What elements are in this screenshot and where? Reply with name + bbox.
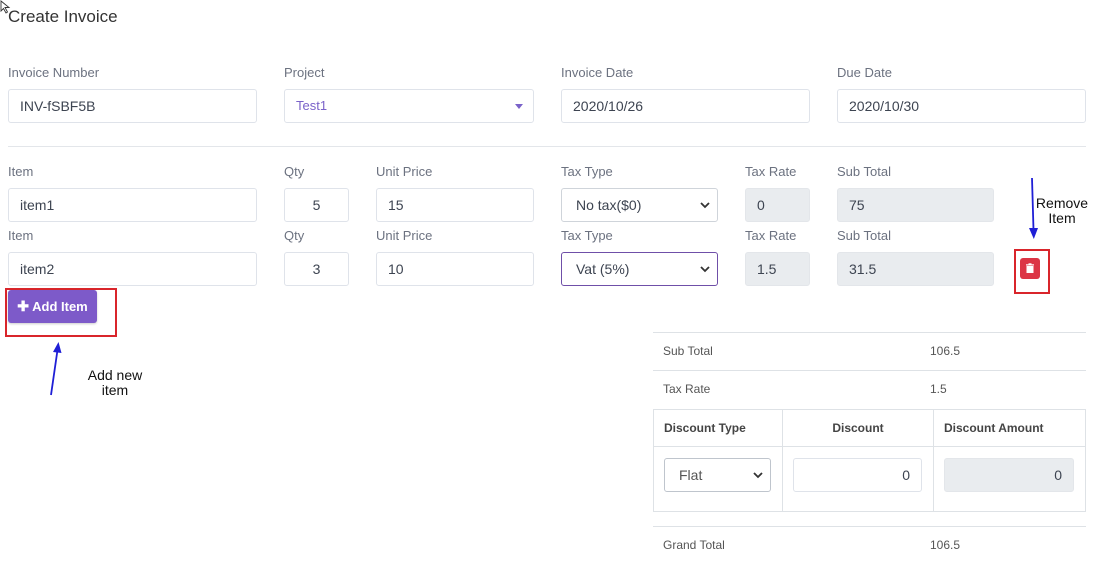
plus-icon: ✚: [17, 298, 29, 314]
summary-sub-total-label: Sub Total: [663, 344, 713, 358]
add-annotation-line2: item: [101, 382, 129, 398]
item-label: Item: [8, 228, 34, 243]
chevron-down-icon: [753, 472, 763, 479]
add-item-annotation: Add new item: [78, 368, 152, 398]
discount-table-col-divider: [933, 409, 934, 512]
tax-rate-input: 0: [745, 188, 810, 222]
tax-type-label: Tax Type: [561, 228, 613, 243]
item-name-input[interactable]: item1: [8, 188, 257, 222]
tax-type-value: No tax($0): [576, 197, 642, 213]
project-select[interactable]: Test1: [284, 89, 534, 123]
page-title: Create Invoice: [8, 7, 118, 26]
trash-icon: [1026, 263, 1034, 273]
discount-type-select[interactable]: Flat: [664, 458, 771, 492]
remove-annotation-line2: Item: [1048, 210, 1076, 226]
tax-rate-label: Tax Rate: [745, 228, 797, 243]
grand-total-value: 106.5: [930, 538, 961, 552]
discount-amount-input: 0: [944, 458, 1074, 492]
tax-type-value: Vat (5%): [576, 261, 630, 277]
remove-item-annotation: Remove Item: [1028, 196, 1093, 226]
summary-divider: [653, 370, 1086, 371]
unit-price-label: Unit Price: [376, 164, 433, 179]
remove-annotation-line1: Remove: [1035, 195, 1089, 211]
unit-price-input[interactable]: 10: [376, 252, 534, 286]
tax-rate-input: 1.5: [745, 252, 810, 286]
project-label: Project: [284, 65, 325, 80]
sub-total-input: 75: [837, 188, 994, 222]
summary-sub-total-value: 106.5: [930, 344, 961, 358]
project-select-value: Test1: [296, 98, 328, 113]
invoice-date-label: Invoice Date: [561, 65, 634, 80]
discount-type-value: Flat: [679, 467, 703, 483]
discount-input[interactable]: 0: [793, 458, 922, 492]
invoice-date-input[interactable]: 2020/10/26: [561, 89, 810, 123]
summary-tax-rate-label: Tax Rate: [663, 382, 711, 396]
qty-label: Qty: [284, 228, 305, 243]
unit-price-input[interactable]: 15: [376, 188, 534, 222]
caret-down-icon: [515, 104, 523, 109]
chevron-down-icon: [700, 266, 710, 273]
add-item-label: Add Item: [32, 299, 88, 314]
grand-total-label: Grand Total: [663, 538, 725, 552]
sub-total-input: 31.5: [837, 252, 994, 286]
summary-divider: [653, 526, 1086, 527]
summary-tax-rate-value: 1.5: [930, 382, 947, 396]
summary-divider: [653, 332, 1086, 333]
arrow-up-icon: [50, 342, 62, 396]
add-item-button[interactable]: ✚ Add Item: [8, 290, 97, 323]
discount-table-row-divider: [653, 446, 1086, 447]
item-label: Item: [8, 164, 34, 179]
section-divider: [8, 146, 1086, 147]
tax-type-select[interactable]: Vat (5%): [561, 252, 718, 286]
tax-type-select[interactable]: No tax($0): [561, 188, 718, 222]
unit-price-label: Unit Price: [376, 228, 433, 243]
chevron-down-icon: [700, 202, 710, 209]
sub-total-label: Sub Total: [837, 228, 891, 243]
qty-label: Qty: [284, 164, 305, 179]
invoice-number-input[interactable]: INV-fSBF5B: [8, 89, 257, 123]
due-date-input[interactable]: 2020/10/30: [837, 89, 1086, 123]
remove-item-button[interactable]: [1020, 258, 1040, 279]
tax-rate-label: Tax Rate: [745, 164, 797, 179]
due-date-label: Due Date: [837, 65, 892, 80]
item-name-input[interactable]: item2: [8, 252, 257, 286]
sub-total-label: Sub Total: [837, 164, 891, 179]
add-annotation-line1: Add new: [87, 367, 143, 383]
qty-input[interactable]: 5: [284, 188, 349, 222]
discount-amount-header: Discount Amount: [944, 421, 1044, 435]
invoice-number-label: Invoice Number: [8, 65, 100, 80]
tax-type-label: Tax Type: [561, 164, 613, 179]
discount-header: Discount: [832, 421, 884, 435]
discount-type-header: Discount Type: [664, 421, 746, 435]
qty-input[interactable]: 3: [284, 252, 349, 286]
